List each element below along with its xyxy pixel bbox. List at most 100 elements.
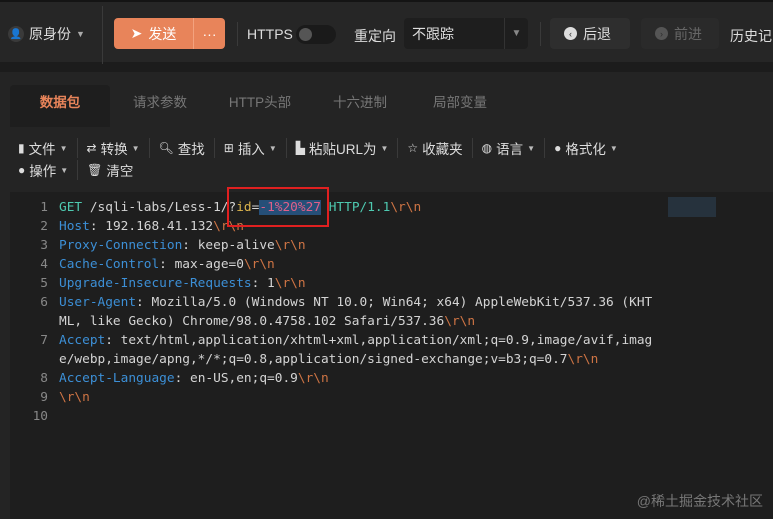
divider — [237, 22, 238, 46]
plus-icon: ⊞ — [223, 141, 234, 155]
send-button[interactable]: ➤ 发送 — [114, 18, 194, 49]
line-number: 6 — [40, 295, 48, 310]
line-number: 8 — [40, 371, 48, 386]
sep: : — [251, 276, 268, 291]
code-line: 1 GET /sqli-labs/Less-1/?id=-1%20%27 HTTP… — [10, 198, 773, 217]
highlight-box — [227, 187, 329, 227]
redirect-value: 不跟踪 — [412, 25, 454, 42]
sep: : — [159, 257, 175, 272]
code-editor[interactable]: 1 GET /sqli-labs/Less-1/?id=-1%20%27 HTTP… — [10, 192, 773, 519]
crlf: \r\n — [59, 390, 90, 405]
divider — [102, 6, 103, 64]
chevron-left-icon: ‹ — [564, 27, 577, 40]
line-number: 5 — [40, 276, 48, 291]
header-key: Upgrade-Insecure-Requests — [59, 276, 252, 291]
line-number: 10 — [32, 409, 48, 424]
line-number: 1 — [40, 200, 48, 215]
tab-http-headers[interactable]: HTTP头部 — [210, 85, 310, 127]
language-menu[interactable]: ◍ 语言 ▼ — [482, 138, 546, 158]
tab-request-params[interactable]: 请求参数 — [110, 85, 210, 127]
code-line: 4 Cache-Control: max-age=0\r\n — [10, 255, 773, 274]
version: HTTP/1.1 — [321, 200, 391, 215]
header-key: User-Agent — [59, 295, 137, 310]
code-line: 8 Accept-Language: en-US,en;q=0.9\r\n — [10, 369, 773, 388]
redirect-select[interactable]: 不跟踪 ▼ — [404, 18, 528, 49]
tool-label: 粘贴URL为 — [308, 142, 377, 157]
identity-selector[interactable]: 👤 原身份 ▼ — [8, 24, 85, 44]
chevron-down-icon: ▼ — [609, 143, 618, 153]
tool-label: 插入 — [237, 142, 265, 157]
back-label: 后退 — [583, 25, 611, 42]
code-line: 5 Upgrade-Insecure-Requests: 1\r\n — [10, 274, 773, 293]
tool-label: 转换 — [100, 142, 128, 157]
header-value: text/html,application/xhtml+xml,applicat… — [120, 333, 653, 348]
divider — [540, 22, 541, 46]
chevron-down-icon: ▼ — [59, 143, 68, 153]
search-icon: 🔍︎ — [158, 141, 174, 155]
header-value: Mozilla/5.0 (Windows NT 10.0; Win64; x64… — [151, 295, 653, 310]
clear-button[interactable]: 🗑︎ 清空 — [87, 160, 142, 180]
path: /sqli-labs/Less-1/? — [82, 200, 237, 215]
https-toggle[interactable] — [296, 25, 336, 44]
crlf: \r\n — [444, 314, 476, 329]
top-toolbar: 👤 原身份 ▼ ➤ 发送 ··· HTTPS 重定向 不跟踪 ▼ ‹ 后退 › 前… — [0, 0, 773, 64]
chevron-down-icon: ▼ — [131, 143, 140, 153]
tab-bar: 数据包 请求参数 HTTP头部 十六进制 局部变量 — [10, 85, 510, 127]
chevron-down-icon: ▼ — [60, 165, 69, 175]
line-number: 3 — [40, 238, 48, 253]
send-more-button[interactable]: ··· — [194, 18, 225, 49]
crlf: \r\n — [567, 352, 599, 367]
minimap[interactable] — [668, 197, 716, 217]
chevron-down-icon: ▼ — [268, 143, 277, 153]
favorites-button[interactable]: ☆ 收藏夹 — [407, 138, 473, 158]
chevron-down-icon: ▼ — [380, 143, 389, 153]
crlf: \r\n — [274, 238, 306, 253]
code-line: 7 Accept: text/html,application/xhtml+xml… — [10, 331, 773, 350]
crlf: \r\n — [243, 257, 275, 272]
tab-local-vars[interactable]: 局部变量 — [410, 85, 510, 127]
line-number: 9 — [40, 390, 48, 405]
header-value: 192.168.41.132 — [105, 219, 214, 234]
trash-icon: 🗑︎ — [87, 163, 103, 177]
send-button-group: ➤ 发送 ··· — [114, 18, 225, 49]
insert-menu[interactable]: ⊞ 插入 ▼ — [224, 138, 287, 158]
chevron-down-icon: ▼ — [527, 143, 536, 153]
code-line: 10 — [10, 407, 773, 426]
method: GET — [59, 200, 83, 215]
line-number: 4 — [40, 257, 48, 272]
paste-url-menu[interactable]: ▙ 粘贴URL为 ▼ — [296, 138, 399, 158]
format-menu[interactable]: ● 格式化 ▼ — [554, 138, 627, 158]
crlf: \r\n — [390, 200, 422, 215]
find-button[interactable]: 🔍︎ 查找 — [159, 138, 215, 158]
code-line: 9 \r\n — [10, 388, 773, 407]
back-button[interactable]: ‹ 后退 — [550, 18, 630, 49]
sep: : — [182, 238, 198, 253]
tab-packet[interactable]: 数据包 — [10, 85, 110, 127]
send-icon: ➤ — [130, 25, 143, 41]
file-icon: ▮ — [18, 141, 25, 155]
actions-menu[interactable]: ● 操作 ▼ — [18, 160, 79, 180]
convert-icon: ⇄ — [86, 141, 97, 155]
crlf: \r\n — [297, 371, 329, 386]
forward-label: 前进 — [674, 25, 702, 42]
tool-label: 查找 — [177, 142, 205, 157]
history-button[interactable]: 历史记 — [730, 26, 772, 46]
watermark: @稀土掘金技术社区 — [636, 493, 763, 509]
header-value: keep-alive — [197, 238, 275, 253]
header-key: Host — [59, 219, 90, 234]
tool-label: 操作 — [29, 164, 57, 179]
forward-button[interactable]: › 前进 — [641, 18, 719, 49]
tab-hex[interactable]: 十六进制 — [310, 85, 410, 127]
code-line: 3 Proxy-Connection: keep-alive\r\n — [10, 236, 773, 255]
file-menu[interactable]: ▮ 文件 ▼ — [18, 138, 78, 158]
tool-label: 清空 — [106, 164, 134, 179]
sep: : — [89, 219, 106, 234]
request-panel: 数据包 请求参数 HTTP头部 十六进制 局部变量 ▮ 文件 ▼ ⇄ 转换 ▼ 🔍︎ 查找… — [0, 72, 773, 519]
chevron-down-icon: ▼ — [76, 29, 85, 39]
redirect-label: 重定向 — [354, 28, 396, 44]
code-line: ML, like Gecko) Chrome/98.0.4758.102 Saf… — [10, 312, 773, 331]
tool-label: 收藏夹 — [422, 142, 463, 157]
convert-menu[interactable]: ⇄ 转换 ▼ — [87, 138, 150, 158]
header-value-cont: ML, like Gecko) Chrome/98.0.4758.102 Saf… — [59, 314, 445, 329]
editor-toolbar: ▮ 文件 ▼ ⇄ 转换 ▼ 🔍︎ 查找 ⊞ 插入 ▼ ▙ 粘贴URL为 ▼ ☆ 收藏夹 ◍ 语言 ▼ ●… — [18, 137, 768, 181]
